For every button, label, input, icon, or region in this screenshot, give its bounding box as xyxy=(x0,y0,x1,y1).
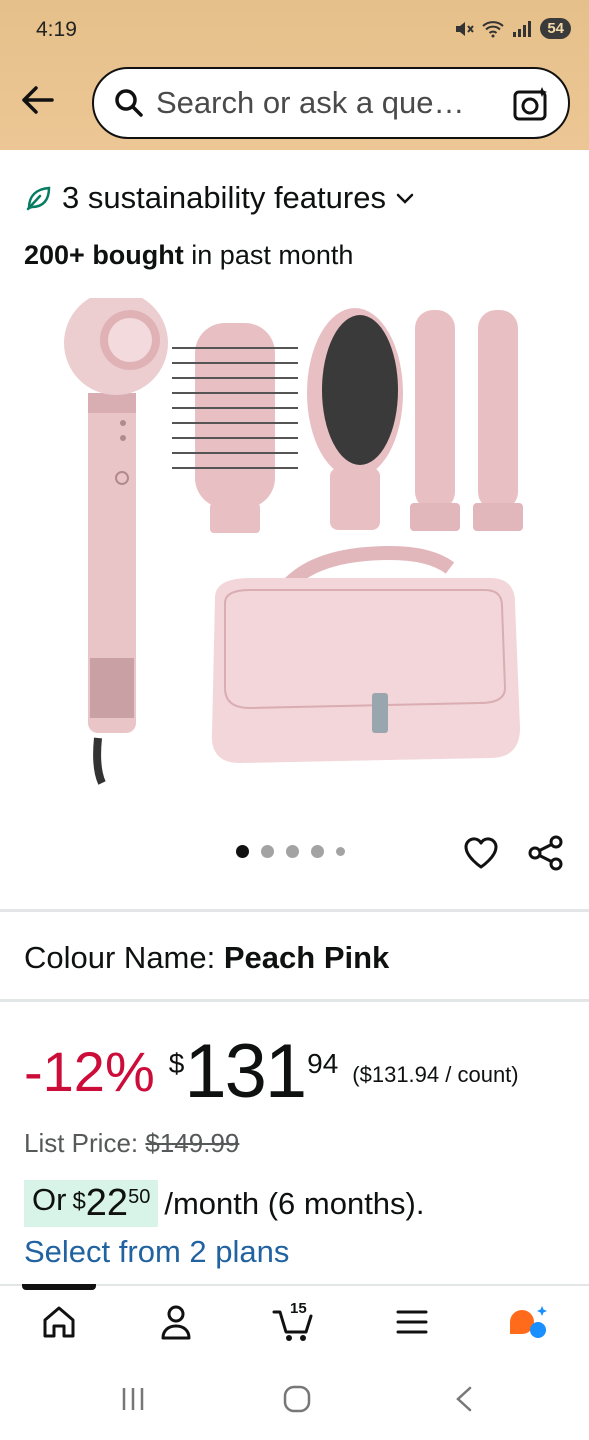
recents-icon[interactable] xyxy=(118,1384,148,1414)
colour-value: Peach Pink xyxy=(223,940,390,975)
price-whole: 131 xyxy=(184,1029,307,1114)
cart-count: 15 xyxy=(290,1300,307,1317)
chevron-down-icon xyxy=(396,193,414,204)
list-price-label: List Price: xyxy=(24,1128,146,1158)
paddle-brush-illustration xyxy=(307,308,403,530)
emi-fraction: 50 xyxy=(128,1186,151,1208)
camera-icon[interactable] xyxy=(512,85,550,123)
emi-terms: /month (6 months). xyxy=(164,1185,425,1221)
storage-case-illustration xyxy=(211,545,520,763)
carousel-dot[interactable] xyxy=(236,845,249,858)
home-circle-icon[interactable] xyxy=(282,1384,312,1414)
leaf-icon xyxy=(26,186,51,211)
search-bar[interactable]: Search or ask a que… xyxy=(92,67,570,139)
unit-price: ($131.94 / count) xyxy=(352,1062,519,1087)
wifi-icon xyxy=(482,20,504,37)
back-arrow-icon[interactable] xyxy=(18,80,58,120)
emi-row: Or $ 22 50 /month (6 months). xyxy=(24,1180,424,1227)
price-row: -12% $ 131 94 ($131.94 / count) xyxy=(24,1032,519,1112)
signal-icon xyxy=(513,20,532,37)
round-brush-illustration xyxy=(172,323,298,533)
curler-attachments-illustration xyxy=(410,310,523,531)
mute-icon xyxy=(456,21,475,36)
sustainability-features-toggle[interactable]: 3 sustainability features xyxy=(24,180,416,216)
product-image[interactable] xyxy=(50,298,550,788)
list-price-value: $149.99 xyxy=(145,1128,240,1158)
discount-percent: -12% xyxy=(24,1040,155,1103)
status-time: 4:19 xyxy=(36,18,77,41)
carousel-dot[interactable] xyxy=(286,845,299,858)
emi-whole: 22 xyxy=(85,1182,129,1224)
list-price-row: List Price: $149.99 xyxy=(24,1128,239,1159)
search-input[interactable]: Search or ask a que… xyxy=(156,85,486,121)
menu-icon[interactable] xyxy=(390,1300,434,1344)
bought-in-past-month: 200+ bought in past month xyxy=(24,240,353,271)
bought-count: 200+ bought xyxy=(24,240,184,270)
price-currency: $ xyxy=(168,1048,185,1079)
heart-icon[interactable] xyxy=(462,834,500,872)
carousel-dot[interactable] xyxy=(261,845,274,858)
carousel-dot[interactable] xyxy=(311,845,324,858)
divider xyxy=(0,909,589,912)
price-fraction: 94 xyxy=(307,1048,339,1079)
bought-suffix: in past month xyxy=(183,240,354,270)
app-header: 4:19 54 Search or ask a que… xyxy=(0,0,589,150)
status-icons: 54 xyxy=(454,18,571,39)
home-icon[interactable] xyxy=(37,1300,81,1344)
select-plans-link[interactable]: Select from 2 plans xyxy=(24,1234,289,1270)
search-icon xyxy=(115,89,143,117)
colour-label: Colour Name: xyxy=(24,940,216,975)
image-carousel-indicator[interactable] xyxy=(236,845,345,858)
account-icon[interactable] xyxy=(154,1300,198,1344)
battery-badge: 54 xyxy=(540,18,571,39)
carousel-dot[interactable] xyxy=(336,847,345,856)
divider xyxy=(0,999,589,1002)
hair-dryer-illustration xyxy=(64,298,168,785)
system-navigation-bar xyxy=(0,1364,589,1440)
emi-currency: $ xyxy=(72,1188,86,1215)
share-icon[interactable] xyxy=(527,834,565,872)
back-chevron-icon[interactable] xyxy=(450,1384,480,1414)
sustainability-label: 3 sustainability features xyxy=(62,180,386,215)
rufus-ai-icon[interactable] xyxy=(506,1300,550,1344)
nav-active-indicator xyxy=(22,1284,96,1290)
colour-name-row: Colour Name: Peach Pink xyxy=(24,940,389,976)
emi-badge: Or $ 22 50 xyxy=(24,1180,159,1227)
emi-or: Or xyxy=(32,1182,67,1217)
